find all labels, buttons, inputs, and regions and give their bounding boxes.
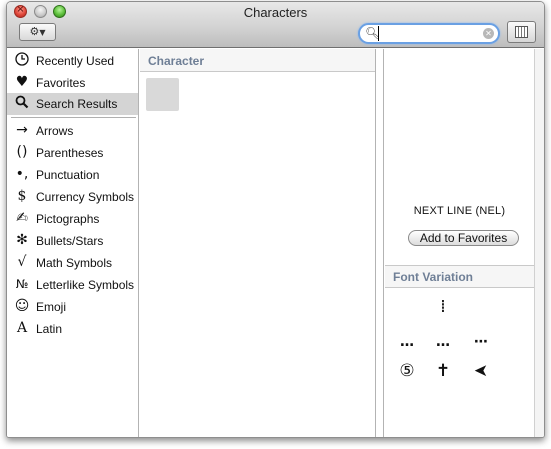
- magnifier-icon: [13, 95, 31, 113]
- sidebar-item-recently-used[interactable]: Recently Used: [7, 50, 138, 72]
- sidebar-item-favorites[interactable]: ♥ Favorites: [7, 72, 138, 94]
- dollar-icon: $: [17, 188, 27, 204]
- sidebar-divider: [11, 117, 136, 118]
- numero-icon: №: [15, 277, 29, 291]
- characters-window: × Characters ⚙▼ 🔍︎ ✕ Recently Used ♥ Fav…: [6, 1, 545, 438]
- add-to-favorites-button[interactable]: Add to Favorites: [408, 230, 519, 246]
- sidebar-item-punctuation[interactable]: •, Punctuation: [7, 164, 138, 186]
- character-column-title: Character: [148, 54, 205, 68]
- clock-icon: [13, 52, 31, 70]
- font-variation-glyph[interactable]: ⑤: [395, 361, 419, 381]
- sidebar-item-label: Math Symbols: [36, 256, 113, 270]
- title-bar: × Characters ⚙▼ 🔍︎ ✕: [7, 2, 544, 48]
- character-cell-selected[interactable]: [146, 78, 179, 111]
- keyboard-viewer-button[interactable]: [507, 21, 536, 43]
- character-list-gutter: [377, 49, 384, 437]
- sidebar-item-label: Search Results: [36, 97, 118, 111]
- sidebar-item-label: Favorites: [36, 76, 86, 90]
- sidebar-item-currency-symbols[interactable]: $ Currency Symbols: [7, 186, 138, 208]
- character-name: NEXT LINE (NEL): [413, 205, 506, 217]
- keyboard-viewer-icon: [515, 26, 528, 38]
- font-variation-glyph[interactable]: ➤: [469, 361, 493, 381]
- sidebar-item-label: Latin: [36, 322, 63, 336]
- sidebar-item-label: Letterlike Symbols: [36, 278, 135, 292]
- sidebar-item-letterlike-symbols[interactable]: № Letterlike Symbols: [7, 274, 138, 296]
- parentheses-icon: (): [16, 144, 28, 160]
- sidebar-item-label: Pictographs: [36, 212, 100, 226]
- gear-icon: ⚙: [29, 25, 40, 38]
- search-input[interactable]: [378, 26, 484, 41]
- sidebar-item-search-results[interactable]: Search Results: [7, 93, 138, 115]
- sidebar-item-parentheses[interactable]: () Parentheses: [7, 142, 138, 164]
- pictograph-icon: ✍: [16, 210, 28, 226]
- sidebar-item-label: Punctuation: [36, 168, 100, 182]
- search-field[interactable]: 🔍︎ ✕: [358, 23, 500, 44]
- heart-icon: ♥: [15, 74, 29, 90]
- font-variation-glyph[interactable]: ⁞: [431, 296, 455, 317]
- sidebar-item-label: Arrows: [36, 124, 74, 138]
- sidebar-item-label: Bullets/Stars: [36, 234, 104, 248]
- sidebar-item-label: Parentheses: [36, 146, 104, 160]
- font-variation-glyph[interactable]: ✝: [431, 361, 455, 381]
- asterisk-icon: ✻: [16, 232, 28, 248]
- font-variation-glyph[interactable]: …: [431, 334, 455, 350]
- sidebar-item-label: Recently Used: [36, 54, 115, 68]
- character-column-header: Character: [140, 49, 375, 72]
- action-menu-button[interactable]: ⚙▼: [19, 23, 56, 41]
- character-preview: NEXT LINE (NEL) Add to Favorites: [385, 49, 534, 264]
- window-title: Characters: [243, 5, 308, 20]
- sidebar-item-pictographs[interactable]: ✍ Pictographs: [7, 208, 138, 230]
- sidebar-item-latin[interactable]: A Latin: [7, 318, 138, 340]
- sidebar-item-math-symbols[interactable]: √ Math Symbols: [7, 252, 138, 274]
- smiley-icon: ☺: [14, 298, 30, 314]
- latin-a-icon: A: [16, 320, 28, 336]
- font-variation-panel: Font Variation ⁞ … … ⋯ ⑤ ✝ ➤: [385, 265, 534, 437]
- font-variation-glyph[interactable]: ⋯: [469, 334, 493, 350]
- sidebar-item-label: Emoji: [36, 300, 67, 314]
- clear-search-icon[interactable]: ✕: [483, 28, 494, 39]
- punctuation-icon: •,: [15, 166, 29, 182]
- character-list: Character: [140, 49, 376, 437]
- arrow-icon: →: [16, 122, 28, 138]
- category-sidebar: Recently Used ♥ Favorites Search Results…: [7, 49, 139, 437]
- font-variation-title: Font Variation: [393, 270, 474, 284]
- font-variation-header: Font Variation: [385, 266, 534, 288]
- sidebar-item-label: Currency Symbols: [36, 190, 135, 204]
- font-variation-glyph[interactable]: …: [395, 334, 419, 350]
- sidebar-item-arrows[interactable]: → Arrows: [7, 120, 138, 142]
- sidebar-item-emoji[interactable]: ☺ Emoji: [7, 296, 138, 318]
- chevron-down-icon: ▼: [39, 28, 46, 37]
- square-root-icon: √: [17, 254, 27, 270]
- sidebar-item-bullets-stars[interactable]: ✻ Bullets/Stars: [7, 230, 138, 252]
- preview-scrollbar[interactable]: [534, 49, 544, 437]
